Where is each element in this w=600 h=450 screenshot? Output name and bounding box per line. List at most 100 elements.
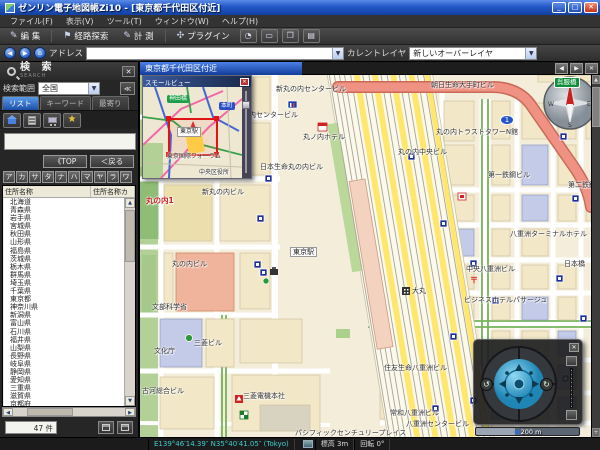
list-vertical-scrollbar[interactable]: ▲ ▼ bbox=[124, 198, 135, 406]
home-button[interactable]: ⌂ bbox=[34, 47, 46, 59]
chevron-down-icon[interactable]: ▼ bbox=[525, 48, 536, 59]
plugin-button[interactable]: ✣プラグイン bbox=[171, 28, 236, 44]
zoom-slider-track[interactable] bbox=[570, 368, 573, 408]
facility-search-button[interactable] bbox=[23, 113, 41, 128]
route-search-button[interactable]: ⚑経路探索 bbox=[57, 28, 114, 44]
back-button[interactable]: ◀ bbox=[4, 47, 16, 59]
maximize-button[interactable]: □ bbox=[568, 2, 582, 13]
close-button[interactable]: ✕ bbox=[584, 2, 598, 13]
list-item[interactable]: 富山県 bbox=[3, 319, 124, 327]
kana-button[interactable]: カ bbox=[16, 171, 28, 183]
list-item[interactable]: 埼玉県 bbox=[3, 279, 124, 287]
chevron-down-icon[interactable]: ▼ bbox=[88, 83, 99, 94]
notepad-tool-button[interactable]: ▤ bbox=[303, 29, 320, 43]
kana-button[interactable]: ハ bbox=[68, 171, 80, 183]
scrollbar-thumb[interactable] bbox=[592, 87, 600, 127]
forward-button[interactable]: ▶ bbox=[19, 47, 31, 59]
monitor-tool-button[interactable]: ▭ bbox=[261, 29, 278, 43]
pan-center-button[interactable] bbox=[514, 379, 524, 389]
chevron-down-icon[interactable]: ▼ bbox=[332, 48, 343, 59]
kana-button[interactable]: ラ bbox=[107, 171, 119, 183]
small-view-window[interactable]: スモールビュー ✕ bbox=[142, 75, 252, 179]
map-vertical-scrollbar[interactable]: ▲ + bbox=[591, 75, 600, 437]
tab-list[interactable]: リスト bbox=[2, 96, 39, 110]
measure-button[interactable]: ✎計 測 bbox=[117, 28, 159, 44]
kana-button[interactable]: ヤ bbox=[94, 171, 106, 183]
map-next-button[interactable]: ▶ bbox=[570, 63, 583, 74]
collapse-panel-button[interactable]: ≪ bbox=[120, 82, 135, 95]
slider-thumb[interactable] bbox=[242, 101, 250, 109]
list-item[interactable]: 山形県 bbox=[3, 238, 124, 246]
list-item[interactable]: 長野県 bbox=[3, 352, 124, 360]
scroll-down-icon[interactable]: ▼ bbox=[125, 396, 135, 406]
window-layout-button[interactable]: ❐ bbox=[282, 29, 299, 43]
kana-button[interactable]: タ bbox=[42, 171, 54, 183]
list-item[interactable]: 福島県 bbox=[3, 247, 124, 255]
zoom-plus-button[interactable]: + bbox=[592, 428, 600, 437]
menu-item[interactable]: 表示(V) bbox=[60, 15, 100, 28]
search-input[interactable] bbox=[4, 133, 136, 150]
map-close-button[interactable]: ✕ bbox=[585, 63, 598, 74]
rotate-cw-button[interactable]: ↻ bbox=[540, 378, 553, 391]
list-tool-button[interactable] bbox=[98, 421, 114, 434]
small-view-titlebar[interactable]: スモールビュー ✕ bbox=[143, 76, 251, 87]
tab-nearest[interactable]: 最寄り bbox=[92, 96, 129, 110]
scroll-up-icon[interactable]: ▲ bbox=[125, 198, 135, 208]
menu-item[interactable]: ウィンドウ(W) bbox=[149, 15, 215, 28]
pan-widget-close-button[interactable]: ✕ bbox=[569, 343, 579, 352]
list-item[interactable]: 岐阜県 bbox=[3, 360, 124, 368]
kana-button[interactable]: サ bbox=[29, 171, 41, 183]
address-search-button[interactable] bbox=[3, 113, 21, 128]
export-button[interactable] bbox=[117, 421, 133, 434]
list-item[interactable]: 青森県 bbox=[3, 206, 124, 214]
list-item[interactable]: 静岡県 bbox=[3, 368, 124, 376]
menu-item[interactable]: ツール(T) bbox=[101, 15, 148, 28]
list-item[interactable]: 群馬県 bbox=[3, 271, 124, 279]
close-search-button[interactable]: ✕ bbox=[122, 66, 135, 77]
list-item[interactable]: 愛知県 bbox=[3, 376, 124, 384]
favorites-button[interactable]: ★ bbox=[63, 113, 81, 128]
back-list-button[interactable]: ＜戻る bbox=[90, 155, 134, 168]
list-item[interactable]: 福井県 bbox=[3, 336, 124, 344]
list-item[interactable]: 京都府 bbox=[3, 400, 124, 406]
zoom-in-button[interactable] bbox=[566, 356, 577, 366]
scroll-right-icon[interactable]: ▶ bbox=[125, 408, 135, 416]
list-item[interactable]: 茨城県 bbox=[3, 255, 124, 263]
list-item[interactable]: 北海道 bbox=[3, 198, 124, 206]
list-item[interactable]: 石川県 bbox=[3, 328, 124, 336]
column-address-name[interactable]: 住所名称 bbox=[3, 186, 91, 197]
scroll-left-icon[interactable]: ◀ bbox=[3, 408, 13, 416]
pan-navigation-widget[interactable]: ↺ ↻ ✕ bbox=[473, 339, 583, 425]
top-button[interactable]: 《TOP bbox=[43, 155, 87, 168]
minimize-button[interactable]: _ bbox=[552, 2, 566, 13]
kana-button[interactable]: ワ bbox=[120, 171, 132, 183]
map-viewport[interactable]: 〒 W S bbox=[140, 75, 600, 437]
layer-select[interactable]: 新しいオーバーレイヤ ▼ bbox=[409, 47, 537, 60]
edit-button[interactable]: ✎編 集 bbox=[4, 28, 46, 44]
rotate-ccw-button[interactable]: ↺ bbox=[480, 378, 493, 391]
column-address-kana[interactable]: 住所名称カ bbox=[91, 186, 135, 197]
list-item[interactable]: 山梨県 bbox=[3, 344, 124, 352]
kana-button[interactable]: ア bbox=[3, 171, 15, 183]
scroll-up-icon[interactable]: ▲ bbox=[592, 75, 600, 84]
search-range-select[interactable]: 全国 ▼ bbox=[38, 82, 100, 95]
scrollbar-thumb[interactable] bbox=[125, 210, 135, 262]
list-item[interactable]: 千葉県 bbox=[3, 287, 124, 295]
list-item[interactable]: 栃木県 bbox=[3, 263, 124, 271]
tab-keyword[interactable]: キーワード bbox=[40, 96, 92, 110]
small-view-map[interactable]: 神田橋本町東京駅東京国際フォーラム中央区役所 bbox=[143, 87, 251, 178]
map-prev-button[interactable]: ◀ bbox=[555, 63, 568, 74]
small-view-zoom-slider[interactable] bbox=[242, 87, 251, 178]
address-input[interactable]: ▼ bbox=[86, 47, 344, 60]
kana-button[interactable]: マ bbox=[81, 171, 93, 183]
kana-button[interactable]: ナ bbox=[55, 171, 67, 183]
small-view-close-button[interactable]: ✕ bbox=[240, 78, 249, 86]
menu-item[interactable]: ファイル(F) bbox=[4, 15, 59, 28]
map-zoom-tool-button[interactable]: ◔ bbox=[240, 29, 257, 43]
list-item[interactable]: 東京都 bbox=[3, 295, 124, 303]
scrollbar-thumb[interactable] bbox=[27, 408, 73, 416]
list-horizontal-scrollbar[interactable]: ◀ ▶ bbox=[2, 407, 136, 417]
menu-item[interactable]: ヘルプ(H) bbox=[216, 15, 264, 28]
station-search-button[interactable] bbox=[43, 113, 61, 128]
zoom-out-button[interactable] bbox=[566, 410, 577, 420]
